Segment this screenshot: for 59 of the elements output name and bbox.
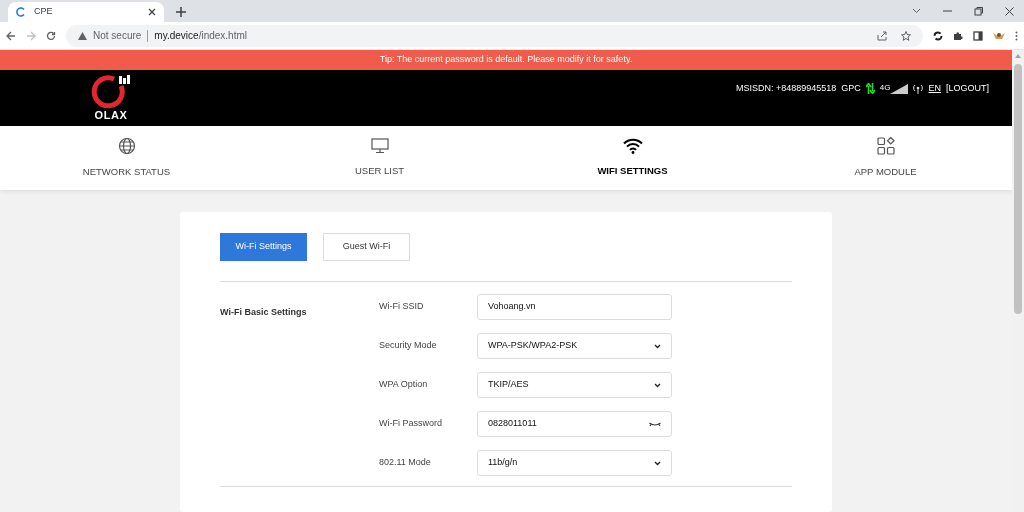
puzzle-icon[interactable]: [953, 30, 963, 41]
globe-icon: [117, 136, 136, 155]
tab-title: CPE: [34, 5, 53, 19]
wifi-icon: [622, 137, 643, 154]
signal-icon: [890, 83, 909, 94]
nav-label: NETWORK STATUS: [82, 164, 171, 179]
nav-item[interactable]: NETWORK STATUS: [0, 126, 253, 190]
star-icon[interactable]: [901, 30, 911, 41]
sync-icon[interactable]: [933, 30, 943, 41]
nav-label: WIFI SETTINGS: [597, 163, 668, 178]
text-field[interactable]: Vohoang.vn: [477, 294, 672, 320]
field-label: Wi-Fi SSID: [379, 300, 425, 314]
data-transfer-icon: [865, 83, 875, 95]
logout-link[interactable]: [LOGOUT]: [946, 82, 989, 96]
nav-item[interactable]: APP MODULE: [759, 126, 1012, 190]
new-tab-icon[interactable]: [176, 7, 186, 17]
url-text: my.device/index.html: [154, 29, 247, 43]
menu-icon[interactable]: [1015, 30, 1018, 41]
share-icon[interactable]: [877, 30, 887, 41]
chevron-down-icon: [654, 343, 661, 349]
select-field[interactable]: 11b/g/n: [477, 450, 672, 476]
settings-tab[interactable]: Wi-Fi Settings: [220, 233, 307, 261]
monitor-icon: [370, 137, 389, 154]
field-label: 802.11 Mode: [379, 456, 432, 470]
field-label: WPA Option: [379, 378, 429, 392]
chevron-down-icon: [654, 460, 661, 466]
tip-text: Tip: The current password is default. Please modify it for safety.: [379, 53, 633, 67]
network-type-text: 4G: [879, 83, 891, 92]
select-field[interactable]: WPA-PSK/WPA2-PSK: [477, 333, 672, 359]
msisdn-text: MSISDN: +84889945518: [735, 82, 837, 95]
reload-icon[interactable]: [46, 30, 56, 41]
loading-icon: [16, 7, 26, 17]
carrier-text: GPC: [841, 82, 861, 95]
eye-closed-icon[interactable]: [649, 421, 661, 427]
close-icon[interactable]: [148, 8, 156, 16]
language-link[interactable]: EN: [928, 82, 941, 96]
settings-tab[interactable]: Guest Wi-Fi: [323, 233, 410, 261]
nav-label: USER LIST: [354, 163, 405, 178]
warning-icon: [78, 31, 87, 40]
address-bar[interactable]: Not secure my.device/index.html: [66, 24, 923, 47]
password-field[interactable]: 0828011011: [477, 411, 672, 437]
close-icon[interactable]: [1005, 6, 1014, 16]
nav-label: APP MODULE: [854, 164, 917, 179]
antenna-icon: [913, 83, 924, 94]
section-title: Wi-Fi Basic Settings: [220, 307, 307, 317]
logo-text: OLAX: [94, 110, 128, 121]
select-field[interactable]: TKIP/AES: [477, 372, 672, 398]
nav-item[interactable]: USER LIST: [253, 126, 506, 190]
back-icon[interactable]: [6, 30, 16, 41]
chevron-down-icon[interactable]: [912, 8, 921, 14]
nav-item[interactable]: WIFI SETTINGS: [506, 126, 759, 190]
security-label: Not secure: [93, 29, 142, 43]
browser-tab[interactable]: CPE: [8, 2, 164, 22]
restore-icon[interactable]: [974, 6, 983, 16]
apps-icon: [876, 136, 895, 155]
field-label: Security Mode: [379, 339, 438, 353]
chevron-down-icon: [654, 382, 661, 388]
side-panel-icon[interactable]: [973, 30, 983, 41]
field-label: Wi-Fi Password: [379, 417, 443, 431]
